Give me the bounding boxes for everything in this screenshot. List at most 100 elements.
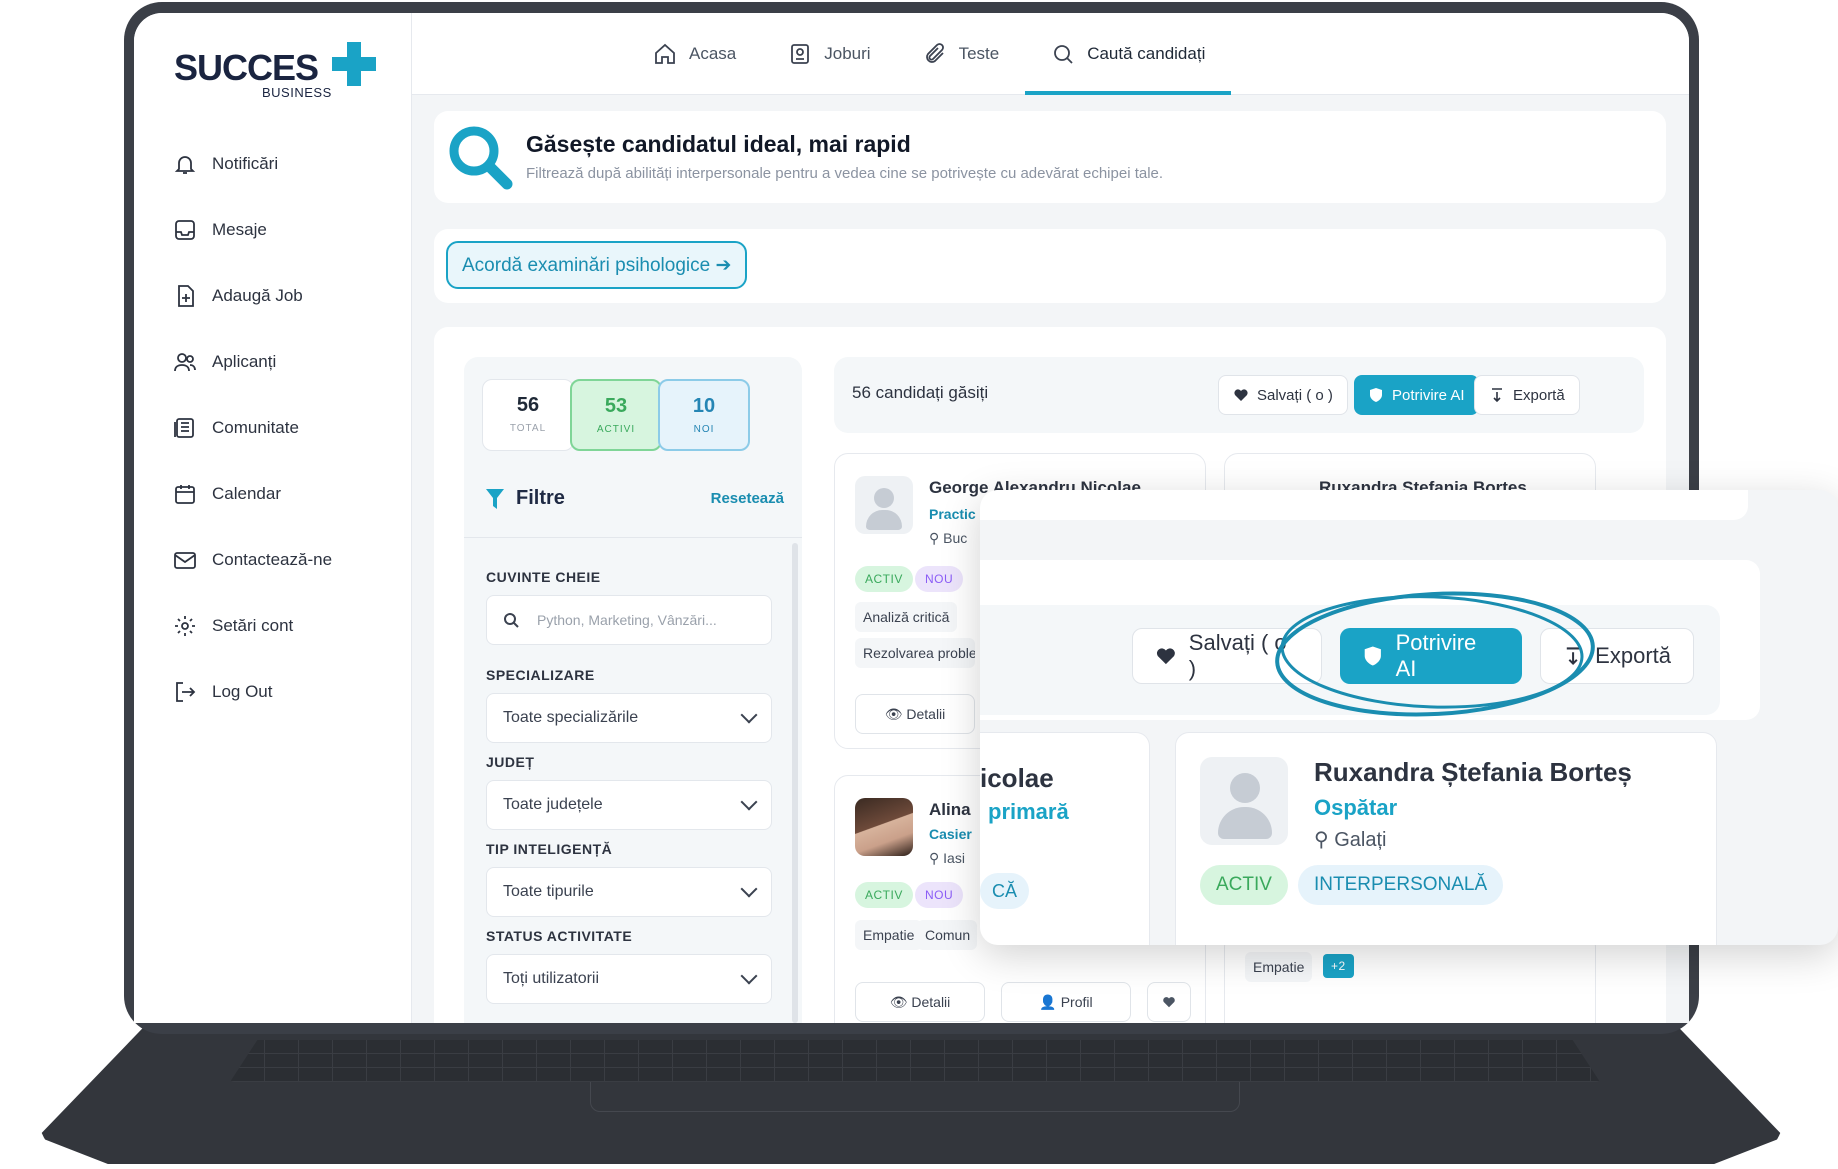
tab-joburi[interactable]: Joburi [762, 13, 896, 95]
stat-label: ACTIVI [596, 424, 636, 435]
tab-teste[interactable]: Teste [897, 13, 1026, 95]
magnifier-icon [449, 126, 513, 190]
filters-title-text: Filtre [516, 487, 565, 509]
tab-cauta-candidati[interactable]: Caută candidați [1025, 13, 1232, 95]
heart-icon [1163, 997, 1175, 1008]
stat-label: TOTAL [509, 423, 547, 434]
zoom-candidate-role: Ospătar [1314, 795, 1398, 820]
newspaper-icon [172, 415, 198, 441]
chevron-down-icon [740, 706, 758, 724]
calendar-icon [172, 481, 198, 507]
hero-card: Găsește candidatul ideal, mai rapid Filt… [434, 111, 1666, 203]
candidate-role: Practic [929, 506, 976, 522]
zoom-candidate-location: ⚲ Galați [1314, 829, 1387, 851]
skill-tag: Analiză critică [855, 602, 958, 632]
stat-value: 56 [516, 394, 540, 416]
paperclip-icon [925, 43, 944, 63]
sidebar-item-notificari[interactable]: Notificări [172, 131, 332, 197]
county-label: JUDEȚ [486, 754, 535, 770]
skill-tag: Empatie [1245, 952, 1313, 982]
sidebar-item-mesaje[interactable]: Mesaje [172, 197, 332, 263]
sidebar-item-setari[interactable]: Setări cont [172, 593, 332, 659]
location-text: Galați [1334, 829, 1387, 851]
profile-button[interactable]: 👤 Profil [1001, 982, 1131, 1022]
brand-sub: BUSINESS [262, 85, 332, 100]
candidate-location: ⚲ Buc [929, 530, 968, 546]
sidebar-item-label: Setări cont [212, 616, 294, 635]
ai-match-button[interactable]: Potrivire AI [1354, 375, 1479, 415]
select-value: Toți utilizatorii [503, 970, 600, 987]
filters-title: Filtre [486, 487, 565, 510]
reset-filters-link[interactable]: Resetează [711, 490, 784, 507]
export-button[interactable]: Exportă [1474, 375, 1580, 415]
shield-icon [1370, 388, 1382, 402]
keywords-input[interactable]: Python, Marketing, Vânzări... [486, 595, 772, 645]
save-candidate-button[interactable] [1147, 982, 1191, 1022]
stat-active[interactable]: 53 ACTIVI [570, 379, 662, 451]
filters-scrollbar[interactable] [792, 543, 798, 1023]
skill-tag: Rezolvarea proble [855, 638, 975, 668]
sidebar-item-adauga-job[interactable]: Adaugă Job [172, 263, 332, 329]
sidebar-item-label: Mesaje [212, 220, 267, 239]
candidate-card[interactable]: Empatie +2 [1224, 933, 1596, 1023]
zoom-candidate-card-left: icolae primară CĂ [980, 732, 1150, 945]
ai-match-label: Potrivire AI [1392, 386, 1465, 404]
intelligence-label: TIP INTELIGENȚĂ [486, 841, 613, 857]
zoom-ai-match-button[interactable]: Potrivire AI [1340, 628, 1522, 684]
zoom-saved-button[interactable]: Salvați ( o ) [1132, 628, 1322, 684]
sidebar-item-label: Adaugă Job [212, 286, 303, 305]
tab-acasa[interactable]: Acasa [627, 13, 762, 95]
brand-logo[interactable]: SUCCES BUSINESS [174, 35, 376, 105]
laptop-keyboard [230, 1040, 1600, 1082]
zoom-candidate-card[interactable]: Ruxandra Ștefania Borteș Ospătar ⚲ Galaț… [1175, 732, 1717, 945]
chevron-down-icon [740, 793, 758, 811]
sidebar-item-label: Notificări [212, 154, 279, 173]
zoom-saved-label: Salvați ( o ) [1188, 630, 1287, 681]
zoom-badge-partial: CĂ [980, 873, 1030, 909]
keywords-label: CUVINTE CHEIE [486, 569, 601, 585]
tab-label: Joburi [824, 44, 871, 63]
id-card-icon [791, 44, 810, 64]
saved-button[interactable]: Salvați ( o ) [1218, 375, 1348, 415]
sidebar-item-aplicanti[interactable]: Aplicanți [172, 329, 332, 395]
details-label: Detalii [906, 706, 946, 722]
users-icon [172, 349, 198, 375]
skill-tag: Empatie [855, 920, 923, 950]
home-icon [655, 43, 675, 64]
sidebar-item-contacteaza[interactable]: Contactează-ne [172, 527, 332, 593]
psych-exam-button[interactable]: Acordă examinări psihologice ➔ [446, 241, 748, 289]
avatar [1200, 757, 1288, 845]
select-value: Toate tipurile [503, 883, 594, 900]
sidebar-item-calendar[interactable]: Calendar [172, 461, 332, 527]
status-select[interactable]: Toți utilizatorii [486, 954, 772, 1004]
location-text: Buc [943, 530, 968, 546]
results-header: 56 candidați găsiți Salvați ( o ) Potriv… [834, 357, 1644, 433]
details-button[interactable]: 👁 Detalii [855, 694, 975, 734]
county-select[interactable]: Toate județele [486, 780, 772, 830]
specialization-label: SPECIALIZARE [486, 667, 595, 683]
candidate-role: Casier [929, 826, 972, 842]
zoom-callout: Salvați ( o ) Potrivire AI Exportă icola… [980, 490, 1838, 945]
sidebar-item-comunitate[interactable]: Comunitate [172, 395, 332, 461]
chevron-down-icon [740, 967, 758, 985]
zoom-export-button[interactable]: Exportă [1540, 628, 1694, 684]
more-skills-badge[interactable]: +2 [1323, 954, 1354, 978]
new-badge: NOU [915, 882, 964, 908]
status-badge: ACTIV [855, 566, 913, 592]
stat-label: NOI [693, 424, 715, 435]
gear-icon [172, 613, 198, 639]
sidebar-item-label: Log Out [212, 682, 273, 701]
stat-new[interactable]: 10 NOI [658, 379, 750, 451]
sidebar-item-label: Contactează-ne [212, 550, 333, 569]
intelligence-select[interactable]: Toate tipurile [486, 867, 772, 917]
add-job-icon [172, 283, 198, 309]
sidebar-item-logout[interactable]: Log Out [172, 659, 332, 725]
funnel-icon [486, 488, 504, 509]
filters-header: Filtre Resetează [486, 487, 784, 510]
details-button[interactable]: 👁 Detalii [855, 982, 985, 1022]
logout-icon [172, 679, 198, 705]
tab-label: Caută candidați [1087, 44, 1206, 63]
zoom-candidate-name[interactable]: Ruxandra Ștefania Borteș [1314, 757, 1632, 788]
specialization-select[interactable]: Toate specializările [486, 693, 772, 743]
candidate-name[interactable]: Alina [929, 800, 971, 820]
